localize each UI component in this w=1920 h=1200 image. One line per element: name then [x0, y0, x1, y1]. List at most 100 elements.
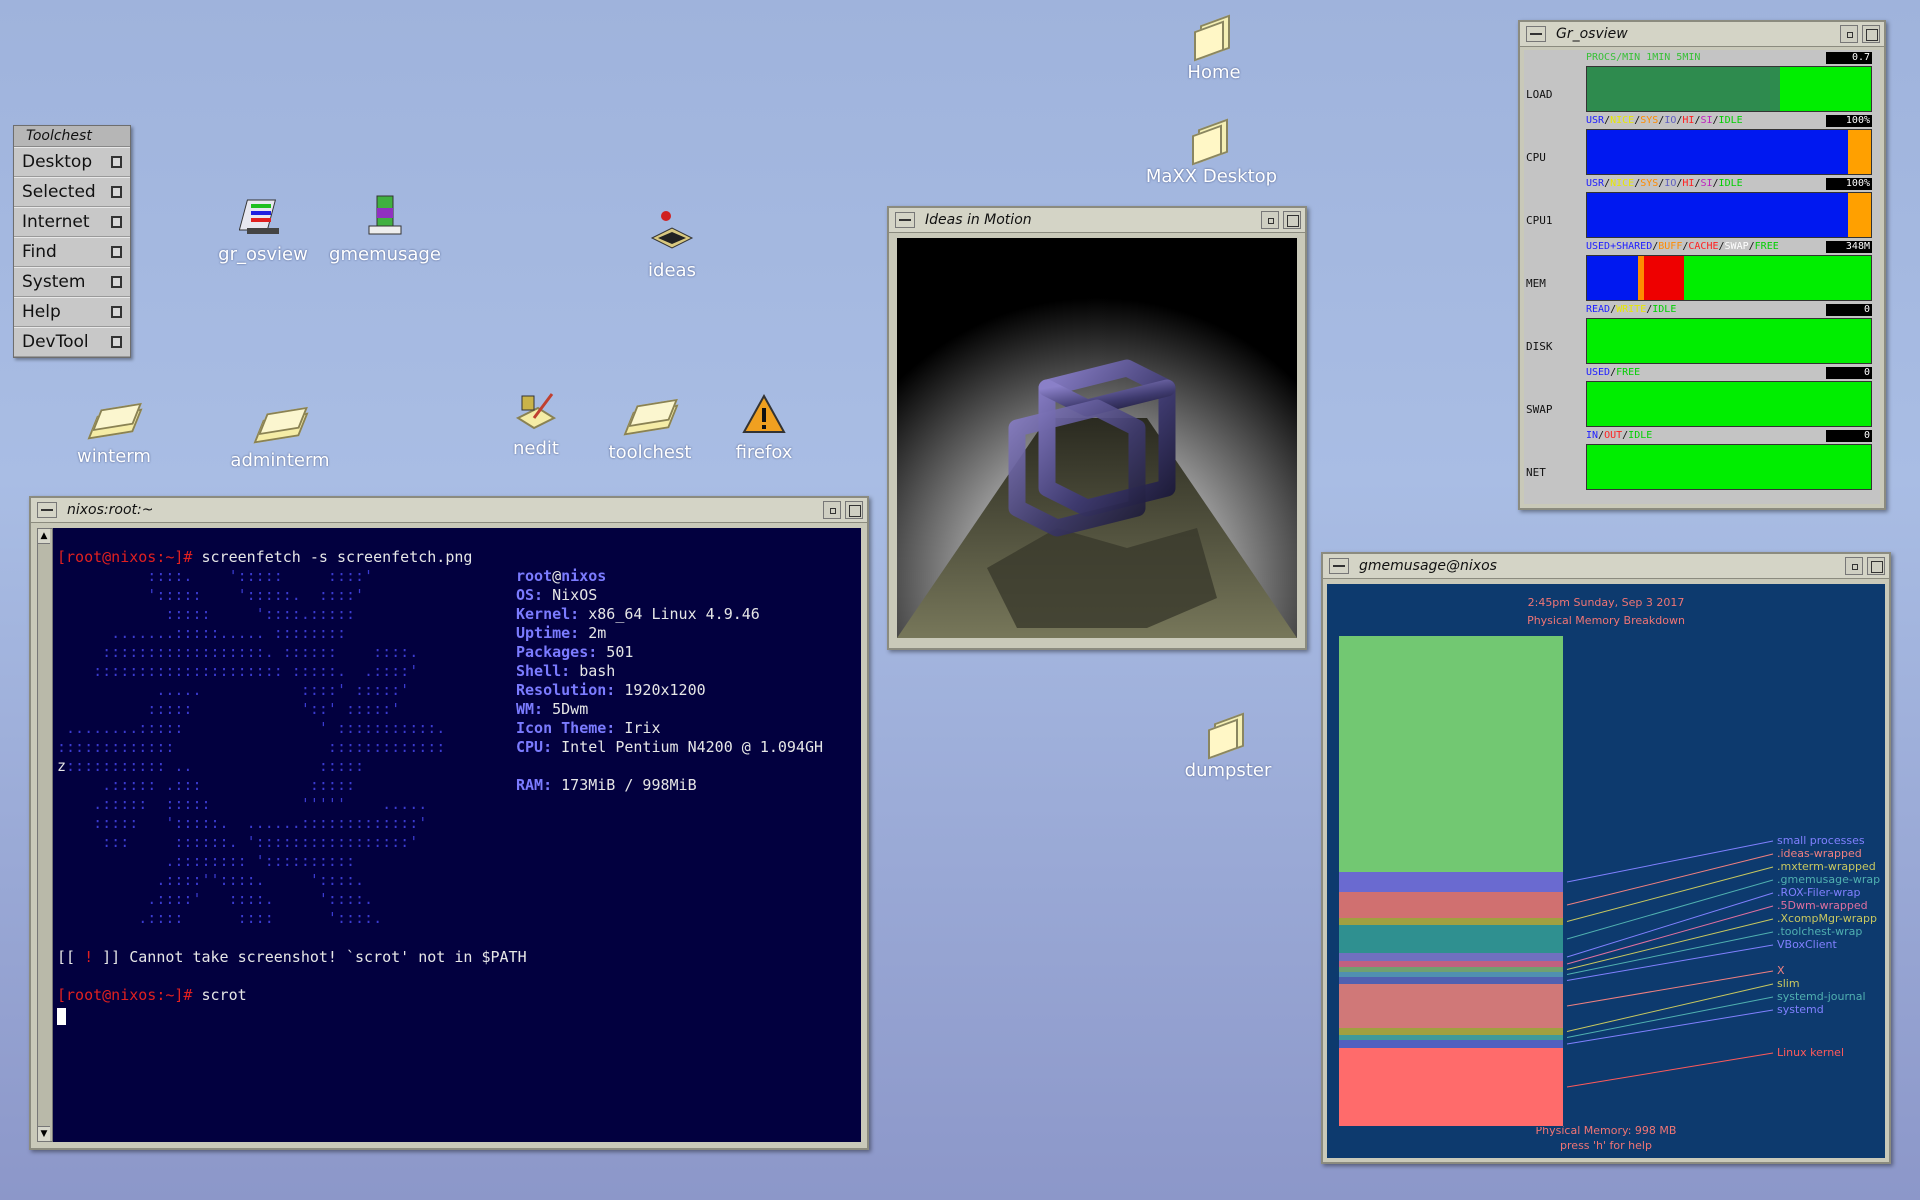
osview-titlebar[interactable]: Gr_osview — [1520, 22, 1884, 47]
toolchest-item-selected[interactable]: Selected — [14, 177, 130, 207]
warning-line: [[ ! ]] Cannot take screenshot! `scrot' … — [57, 948, 527, 966]
toolchest-item-label: Selected — [22, 182, 96, 202]
window-menu-icon[interactable] — [1526, 26, 1546, 42]
toolchest-item-desktop[interactable]: Desktop — [14, 147, 130, 177]
icon-label: dumpster — [1184, 760, 1272, 781]
window-menu-icon[interactable] — [895, 212, 915, 228]
info-label: RAM: — [516, 776, 553, 794]
osview-row-swap: USED/FREE 0 SWAP — [1524, 365, 1880, 428]
toolchest-item-devtool[interactable]: DevTool — [14, 327, 130, 357]
window-menu-icon[interactable] — [1329, 558, 1349, 574]
submenu-icon — [111, 186, 122, 198]
osview-row-net: IN/OUT/IDLE 0 NET — [1524, 428, 1880, 491]
toolchest-item-label: Internet — [22, 212, 90, 232]
legend-token: SYS — [1640, 178, 1659, 189]
memory-segment — [1339, 1048, 1563, 1127]
memory-process-label: X — [1777, 964, 1785, 977]
minimize-icon[interactable] — [823, 501, 841, 519]
osview-row-label: MEM — [1526, 277, 1546, 290]
ascii-logo-line: .::::: .::: ::::: — [57, 776, 356, 794]
icon-label: nedit — [513, 438, 559, 459]
legend-token: NICE — [1610, 178, 1635, 189]
osview-bar-segment — [1848, 130, 1871, 174]
maximize-icon[interactable] — [1862, 25, 1880, 43]
osview-value: 0 — [1826, 430, 1872, 442]
desktop-icon-gr-osview[interactable]: gr_osview — [198, 194, 328, 265]
memory-process-label: slim — [1777, 977, 1800, 990]
memory-segment — [1339, 892, 1563, 919]
minimize-icon[interactable] — [1261, 211, 1279, 229]
gmemusage-window[interactable]: gmemusage@nixos 2:45pm Sunday, Sep 3 201… — [1321, 552, 1891, 1164]
nedit-icon — [512, 388, 560, 434]
osview-bar — [1586, 255, 1872, 301]
terminal-titlebar[interactable]: nixos:root:~ — [31, 498, 867, 523]
window-menu-icon[interactable] — [37, 502, 57, 518]
legend-token: SWAP — [1724, 241, 1749, 252]
info-label: Packages: — [516, 643, 598, 661]
minimize-icon[interactable] — [1840, 25, 1858, 43]
osview-bar — [1586, 444, 1872, 490]
maximize-icon[interactable] — [1867, 557, 1885, 575]
osview-row-mem: USED+SHARED/BUFF/CACHE/SWAP/FREE 348M MEM — [1524, 239, 1880, 302]
maximize-icon[interactable] — [1283, 211, 1301, 229]
ascii-logo-line: ::: ::::::. ':::::::::::::::::' — [57, 833, 419, 851]
toolchest-item-internet[interactable]: Internet — [14, 207, 130, 237]
legend-token: HI — [1682, 178, 1695, 189]
memory-process-label: small processes — [1777, 834, 1865, 847]
scroll-down-icon[interactable]: ▼ — [38, 1126, 50, 1141]
ideas-in-motion-window[interactable]: Ideas in Motion — [887, 206, 1307, 650]
scroll-up-icon[interactable]: ▲ — [38, 529, 50, 544]
memory-process-label: systemd — [1777, 1003, 1824, 1016]
terminal-line: [root@nixos:~]# screenfetch -s screenfet… — [57, 548, 472, 566]
memory-segment — [1339, 925, 1563, 954]
toolchest-item-label: Help — [22, 302, 61, 322]
info-value: bash — [570, 662, 616, 680]
osview-legend: USED/FREE — [1586, 367, 1640, 378]
terminal-window[interactable]: nixos:root:~ ▲ ▼ [root@nixos:~]# screenf… — [29, 496, 869, 1150]
info-value: 173MiB / 998MiB — [552, 776, 697, 794]
gmemusage-titlebar[interactable]: gmemusage@nixos — [1323, 554, 1889, 579]
ascii-logo-line: ::::: '::' :::::' — [57, 700, 401, 718]
icon-label: toolchest — [608, 442, 692, 463]
toolchest-icon — [623, 392, 679, 438]
desktop-icon-winterm[interactable]: winterm — [49, 396, 179, 467]
info-label: Resolution: — [516, 681, 616, 699]
desktop-icon-ideas[interactable]: ideas — [607, 210, 737, 281]
desktop-icon-firefox[interactable]: firefox — [699, 392, 829, 463]
ideas-titlebar[interactable]: Ideas in Motion — [889, 208, 1305, 233]
osview-row-label: CPU — [1526, 151, 1546, 164]
desktop-icon-nedit[interactable]: nedit — [471, 388, 601, 459]
desktop-icon-home[interactable]: Home — [1149, 12, 1279, 83]
icon-label: ideas — [648, 260, 696, 281]
toolchest-item-help[interactable]: Help — [14, 297, 130, 327]
info-packages: Packages: 501 — [516, 643, 633, 661]
ascii-logo-line: ::::::::::::::::::. :::::: ::::. — [57, 643, 419, 661]
ascii-logo-line: .:::: :::: '::::. — [57, 909, 383, 927]
osview-graphs: PROCS/MIN 1MIN 5MIN 0.7 LOAD USR/NICE/SYS/I… — [1524, 50, 1880, 504]
terminal-output[interactable]: [root@nixos:~]# screenfetch -s screenfet… — [53, 528, 861, 1142]
leader-line — [1566, 1052, 1774, 1088]
maximize-icon[interactable] — [845, 501, 863, 519]
toolchest-item-label: Find — [22, 242, 57, 262]
gr-osview-icon — [238, 194, 287, 240]
leader-line — [1566, 879, 1774, 940]
info-value: Irix — [615, 719, 661, 737]
legend-token: FREE — [1754, 241, 1779, 252]
desktop-icon-toolchest[interactable]: toolchest — [585, 392, 715, 463]
desktop-icon-dumpster[interactable]: dumpster — [1163, 710, 1293, 781]
info-label: Shell: — [516, 662, 571, 680]
desktop-icon-adminterm[interactable]: adminterm — [215, 400, 345, 471]
toolchest-item-find[interactable]: Find — [14, 237, 130, 267]
minimize-icon[interactable] — [1845, 557, 1863, 575]
legend-token: IN — [1586, 430, 1599, 441]
toolchest-item-system[interactable]: System — [14, 267, 130, 297]
ascii-logo-line: ........::::: ' :::::::::::. — [57, 719, 446, 737]
info-user: root — [516, 567, 553, 585]
icon-label: firefox — [735, 442, 793, 463]
info-value: 1920x1200 — [615, 681, 706, 699]
osview-bar — [1586, 192, 1872, 238]
desktop-icon-maxx-desktop[interactable]: MaXX Desktop — [1124, 116, 1299, 187]
gr-osview-window[interactable]: Gr_osview PROCS/MIN 1MIN 5MIN 0.7 LOAD USR/… — [1518, 20, 1886, 510]
terminal-scrollbar[interactable]: ▲ ▼ — [37, 528, 53, 1142]
desktop-icon-gmemusage[interactable]: gmemusage — [320, 194, 450, 265]
